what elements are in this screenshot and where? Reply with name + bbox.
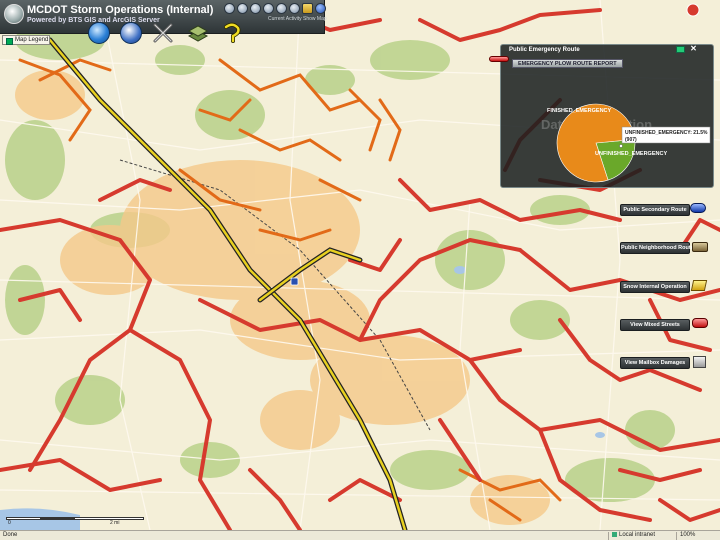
measure-tool-icon[interactable] <box>152 22 174 44</box>
compass-icon[interactable] <box>120 22 142 44</box>
map-legend-button[interactable]: Map Legend <box>2 35 50 45</box>
pie-label-finished: FINISHED_EMERGENCY <box>547 108 612 114</box>
pan-icon[interactable] <box>250 3 261 14</box>
scale-bar: 0 2 mi <box>6 512 146 530</box>
next-extent-icon[interactable] <box>289 3 300 14</box>
status-divider <box>676 532 677 540</box>
public-secondary-route-button[interactable]: Public Secondary Route <box>620 204 690 216</box>
brown-pill-icon[interactable] <box>692 242 708 252</box>
browser-status-bar: Done Local intranet 100% <box>0 530 720 540</box>
mailbox-icon[interactable] <box>693 356 706 368</box>
status-divider <box>608 532 609 540</box>
public-neighborhood-route-button[interactable]: Public Neighborhood Route <box>620 242 694 254</box>
zoom-out-icon[interactable] <box>237 3 248 14</box>
tooltip-anchor-dot <box>619 144 623 148</box>
emergency-route-panel: Public Emergency Route ✕ EMERGENCY PLOW … <box>489 44 714 188</box>
zoom-in-icon[interactable] <box>224 3 235 14</box>
chart-tooltip-line1: UNFINISHED_EMERGENCY: 21.5% <box>625 130 708 136</box>
interstate-shield-icon <box>290 277 299 286</box>
security-zone-label: Local intranet <box>612 531 655 540</box>
view-mailbox-damages-button[interactable]: View Mailbox Damages <box>620 357 690 369</box>
draw-tool-icon[interactable] <box>222 22 244 44</box>
map-application: MCDOT Storm Operations (Internal) Powere… <box>0 0 720 540</box>
mcdot-logo-icon <box>4 4 24 24</box>
chart-tooltip-line2: (907) <box>625 137 637 143</box>
snow-internal-operation-button[interactable]: Snow Internal Operation <box>620 281 690 293</box>
blue-pill-icon[interactable] <box>690 203 706 213</box>
pie-label-unfinished: UNFINISHED_EMERGENCY <box>595 151 667 157</box>
layers-icon[interactable] <box>187 22 209 44</box>
full-extent-icon[interactable] <box>263 3 274 14</box>
info-icon[interactable] <box>315 3 326 14</box>
globe-icon[interactable] <box>88 22 110 44</box>
header-toolbar <box>224 3 326 14</box>
view-mixed-streets-button[interactable]: View Mixed Streets <box>620 319 690 331</box>
zoom-level[interactable]: 100% <box>680 531 695 540</box>
red-pill-icon[interactable] <box>692 318 708 328</box>
yellow-folder-icon[interactable] <box>690 280 708 291</box>
pie-chart: FINISHED_EMERGENCY UNFINISHED_EMERGENCY UN… <box>547 103 711 183</box>
scale-line <box>6 517 144 520</box>
status-text: Done <box>3 532 18 538</box>
scale-distance-label: 2 mi <box>110 520 120 526</box>
scale-zero-label: 0 <box>8 520 11 526</box>
folder-icon[interactable] <box>302 3 313 14</box>
info-marker-icon[interactable] <box>686 3 700 17</box>
previous-extent-icon[interactable] <box>276 3 287 14</box>
app-title: MCDOT Storm Operations (Internal) <box>27 4 214 16</box>
current-activity-label[interactable]: Current Activity Show Map <box>268 16 327 22</box>
scale-segment <box>40 517 75 520</box>
